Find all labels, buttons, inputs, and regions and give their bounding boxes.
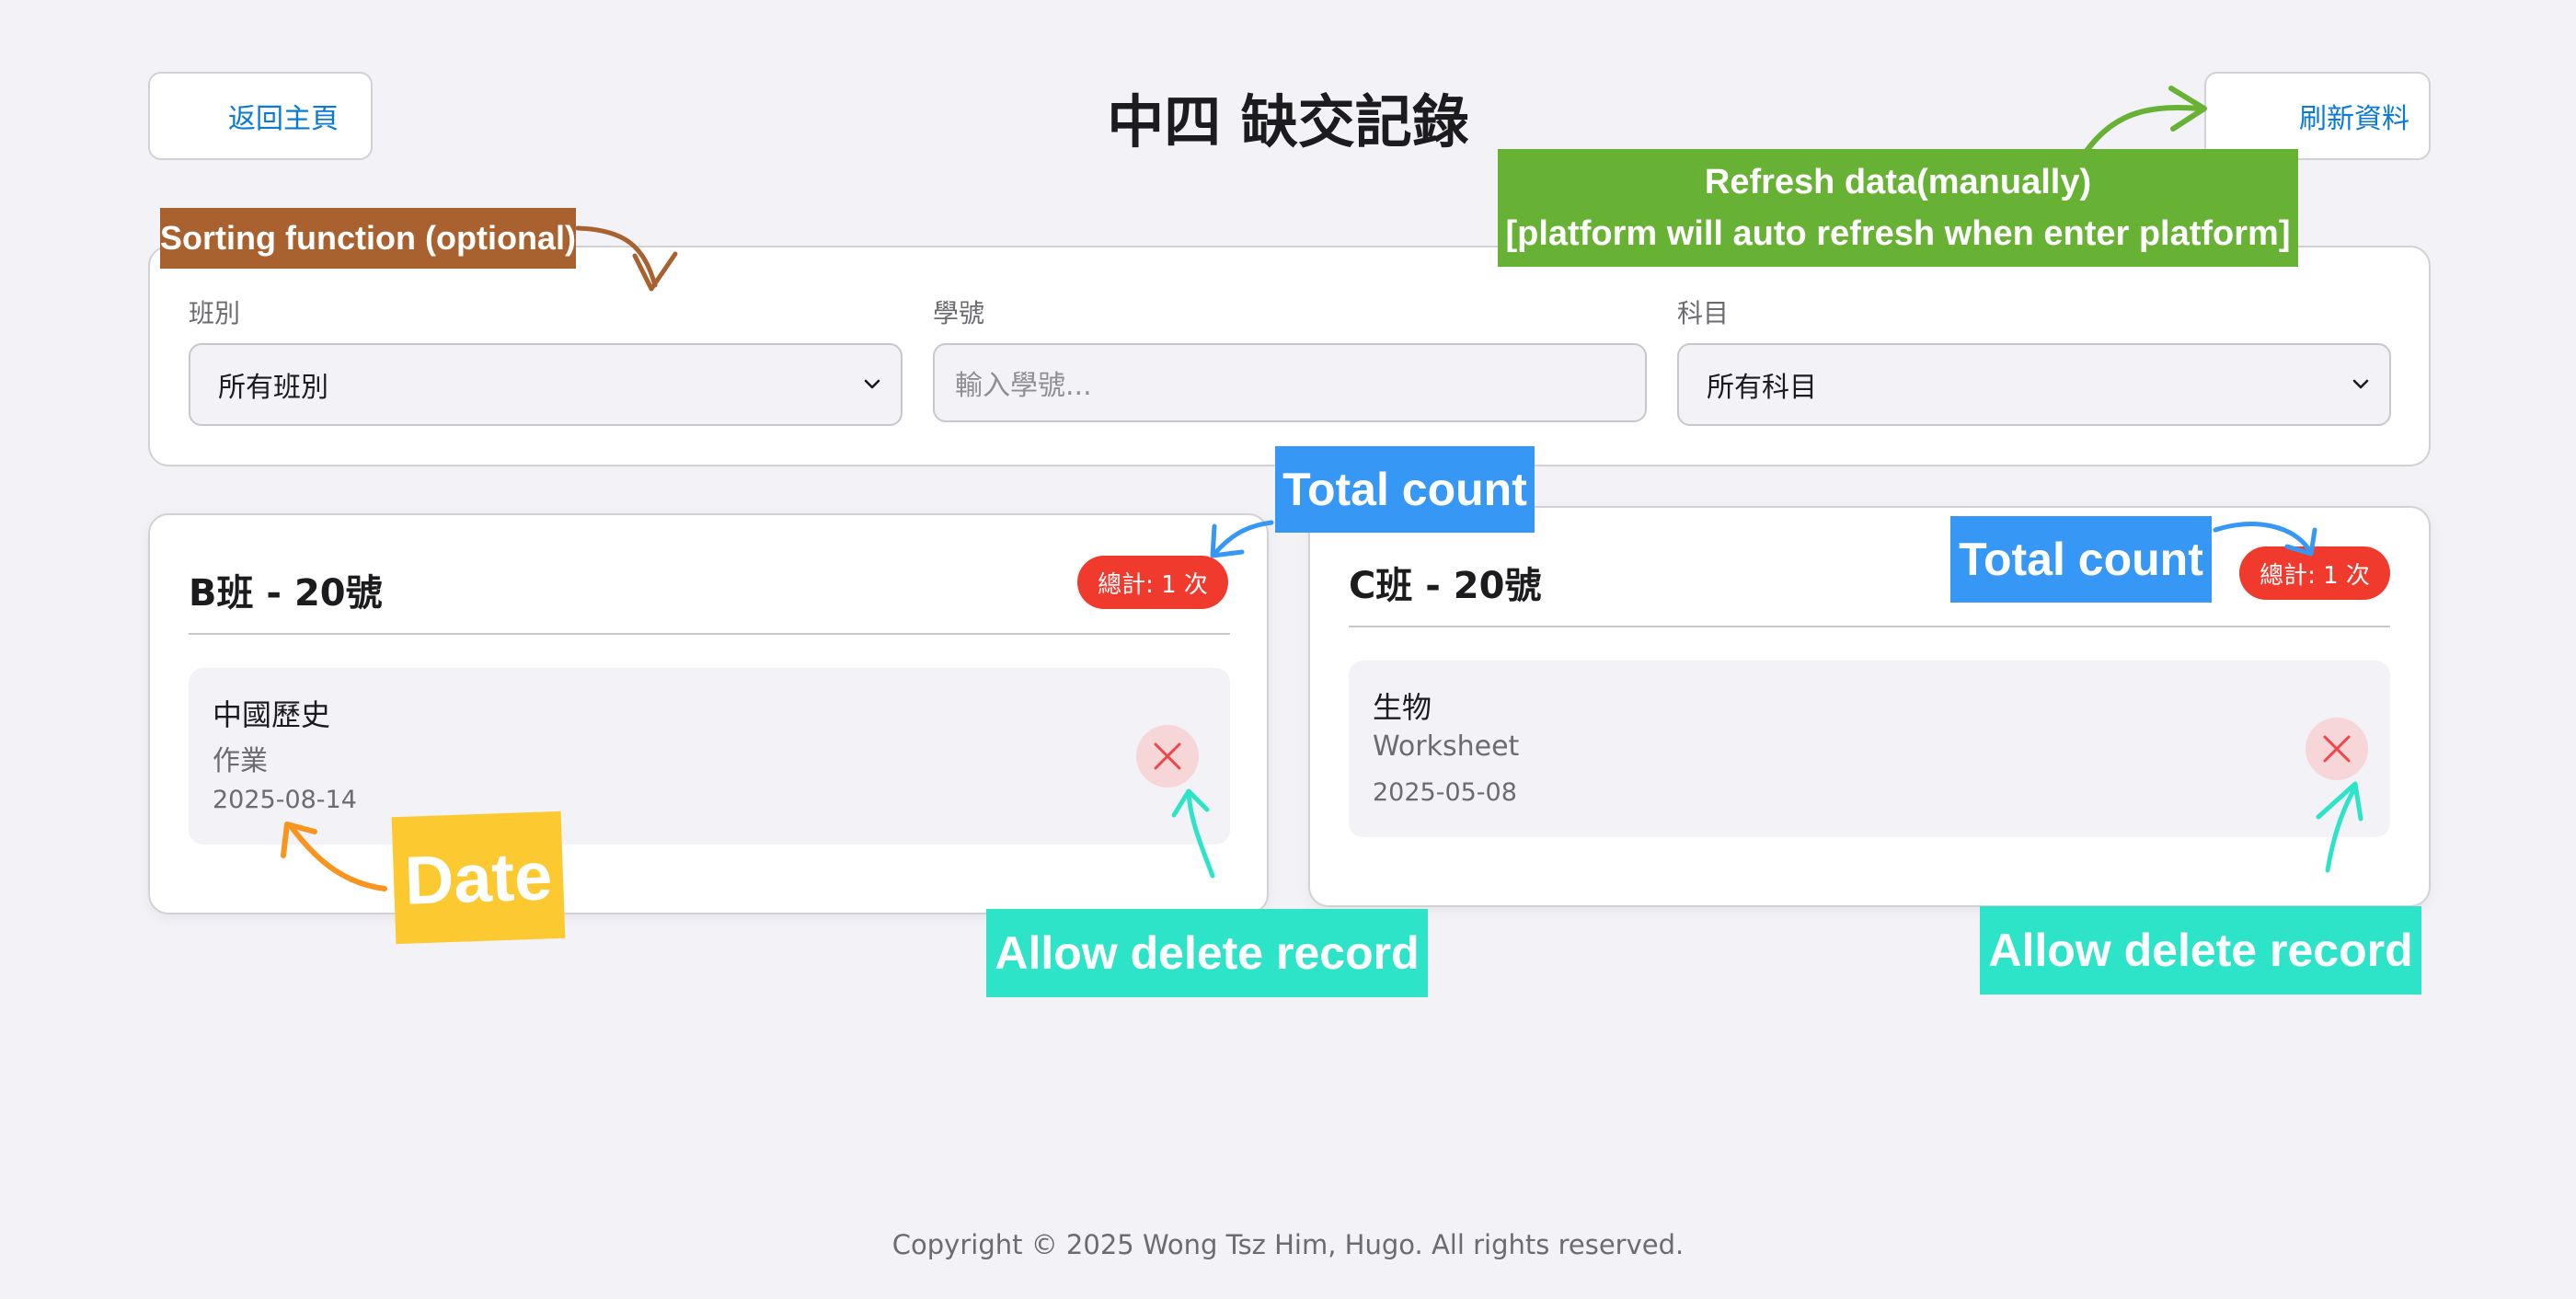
chevron-down-icon bbox=[864, 379, 880, 389]
annotation-refresh: Refresh data(manually) [platform will au… bbox=[1498, 149, 2298, 267]
chevron-down-icon bbox=[2352, 379, 2369, 389]
student-number-input[interactable]: 輸入學號... bbox=[933, 343, 1647, 422]
annotation-allow-delete: Allow delete record bbox=[1980, 906, 2421, 994]
entry-subject: 生物 bbox=[1373, 690, 1432, 725]
subject-filter-value: 所有科目 bbox=[1707, 372, 1817, 404]
annotation-refresh-line2: [platform will auto refresh when enter p… bbox=[1505, 214, 2291, 253]
class-filter-value: 所有班別 bbox=[218, 372, 328, 404]
record-entry: 中國歷史 作業 2025-08-14 bbox=[189, 668, 1230, 845]
annotation-date: Date bbox=[391, 810, 566, 945]
refresh-data-button[interactable]: 刷新資料 bbox=[2204, 72, 2431, 160]
copyright-footer: Copyright © 2025 Wong Tsz Him, Hugo. All… bbox=[891, 1229, 1685, 1260]
annotation-refresh-line1: Refresh data(manually) bbox=[1704, 163, 2092, 201]
page-title: 中四 缺交記錄 bbox=[1107, 88, 1469, 155]
close-icon bbox=[2323, 735, 2351, 763]
total-count-badge: 總計: 1 次 bbox=[2239, 546, 2390, 600]
student-number-placeholder: 輸入學號... bbox=[955, 370, 1092, 402]
filter-panel: 班別 所有班別 學號 輸入學號... 科目 所有科目 bbox=[148, 246, 2431, 466]
record-card: B班 - 20號 總計: 1 次 中國歷史 作業 2025-08-14 bbox=[148, 513, 1269, 914]
record-card: C班 - 20號 總計: 1 次 生物 Worksheet 2025-05-08 bbox=[1308, 506, 2431, 907]
card-title: C班 - 20號 bbox=[1349, 565, 1542, 607]
subject-filter-select[interactable]: 所有科目 bbox=[1677, 343, 2391, 426]
close-icon bbox=[1154, 742, 1181, 770]
annotation-sorting: Sorting function (optional) bbox=[160, 208, 576, 269]
annotation-allow-delete: Allow delete record bbox=[986, 909, 1428, 997]
class-filter-select[interactable]: 所有班別 bbox=[189, 343, 903, 426]
class-filter-label: 班別 bbox=[189, 298, 241, 328]
total-count-badge: 總計: 1 次 bbox=[1077, 556, 1228, 609]
delete-record-button[interactable] bbox=[2306, 718, 2368, 780]
card-title: B班 - 20號 bbox=[189, 572, 383, 615]
annotation-total-count: Total count bbox=[1950, 516, 2212, 603]
annotation-total-count: Total count bbox=[1275, 446, 1535, 533]
entry-type: 作業 bbox=[213, 745, 268, 777]
entry-date: 2025-05-08 bbox=[1373, 778, 1517, 807]
card-divider bbox=[189, 633, 1230, 635]
card-divider bbox=[1349, 626, 2390, 627]
refresh-data-label: 刷新資料 bbox=[2299, 103, 2409, 135]
subject-filter-label: 科目 bbox=[1677, 298, 1730, 328]
entry-type: Worksheet bbox=[1373, 730, 1520, 763]
entry-subject: 中國歷史 bbox=[213, 697, 331, 732]
record-entry: 生物 Worksheet 2025-05-08 bbox=[1349, 661, 2390, 837]
delete-record-button[interactable] bbox=[1136, 725, 1199, 787]
student-filter-label: 學號 bbox=[933, 298, 985, 328]
entry-date: 2025-08-14 bbox=[213, 786, 357, 814]
